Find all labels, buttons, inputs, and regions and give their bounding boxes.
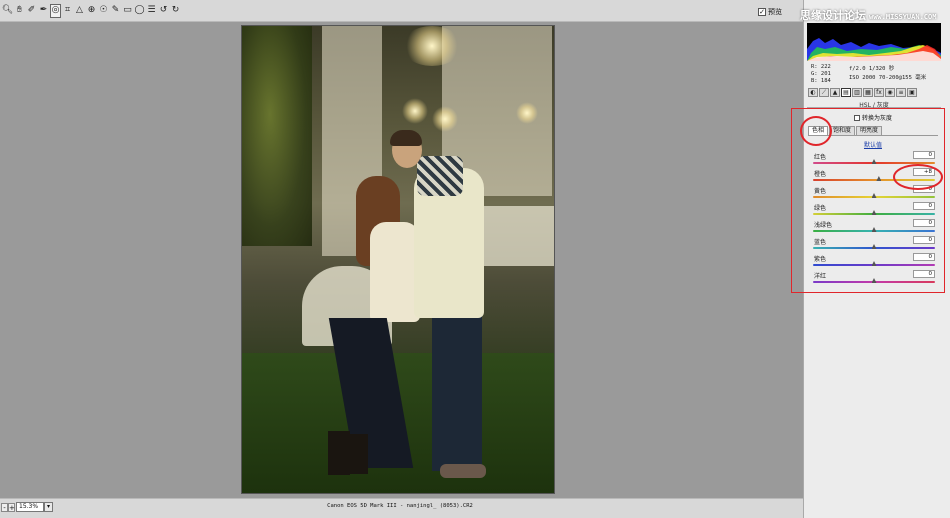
spot-removal-tool-icon[interactable]: ⊕ [86,4,97,18]
b-value: B: 184 [811,78,831,84]
g-value: G: 201 [811,71,831,77]
basic-tab-icon[interactable]: ◐ [808,88,818,97]
photo-scarf [417,156,463,196]
adjustment-brush-tool-icon[interactable]: ✎ [110,4,121,18]
photo-boot [328,431,350,475]
hand-tool-icon[interactable]: ✋︎ [14,4,25,18]
section-title: HSL / 灰度 [807,100,941,109]
zoom-dropdown-button[interactable]: ▾ [44,502,53,512]
zoom-tool-icon[interactable]: 🔍︎ [2,4,13,18]
red-eye-tool-icon[interactable]: ☉ [98,4,109,18]
photo-shoe [440,464,486,478]
split-toning-tab-icon[interactable]: ▥ [852,88,862,97]
annotation-circle-value [893,164,943,190]
toolbar: 🔍︎ ✋︎ ✐ ✒ ◎ ⌗ △ ⊕ ☉ ✎ ▭ ◯ ☰ ↺ ↻ [0,0,803,22]
photo-table [478,206,554,266]
lens-tab-icon[interactable]: ▦ [863,88,873,97]
histogram-graph [807,38,941,61]
photo-light [402,26,462,66]
check-icon: ✓ [758,7,766,16]
photo-boot [348,434,368,474]
iso-lens: ISO 2000 70-200@155 毫米 [849,75,927,81]
rotate-right-icon[interactable]: ↻ [170,4,181,18]
effects-tab-icon[interactable]: fx [874,88,884,97]
photo-woman-sweater [370,222,420,322]
histogram [807,23,941,61]
rgb-readout: R: 222 G: 201 B: 184 [811,64,831,85]
photo-light [516,102,538,124]
photo-man-jeans [432,311,482,471]
white-balance-tool-icon[interactable]: ✐ [26,4,37,18]
graduated-filter-tool-icon[interactable]: ▭ [122,4,133,18]
photo-man-hair [390,130,422,146]
camera-calibration-tab-icon[interactable]: ◉ [885,88,895,97]
photo-foliage [242,26,312,246]
panel-tabs: ◐ ⟋ ▲ ▤ ▥ ▦ fx ◉ ≡ ▣ [807,87,941,98]
watermark-url: www.MISSYUAN.COM [869,13,937,21]
exif-readout: f/2.0 1/320 秒 ISO 2000 70-200@155 毫米 [849,65,926,83]
presets-tab-icon[interactable]: ≡ [896,88,906,97]
rotate-left-icon[interactable]: ↺ [158,4,169,18]
file-info-text: Canon EOS 5D Mark III - nanjingl_ (8053)… [327,503,473,509]
photo-preview[interactable] [241,25,555,494]
straighten-tool-icon[interactable]: △ [74,4,85,18]
watermark: 思缘设计论坛 www.MISSYUAN.COM [800,7,950,22]
preview-checkbox[interactable]: ✓ 预览 [758,6,782,17]
preferences-icon[interactable]: ☰ [146,4,157,18]
status-bar: - + 15.3% ▾ Canon EOS 5D Mark III - nanj… [0,498,803,518]
radial-filter-tool-icon[interactable]: ◯ [134,4,145,18]
crop-tool-icon[interactable]: ⌗ [62,4,73,18]
detail-tab-icon[interactable]: ▲ [830,88,840,97]
aperture-shutter: f/2.0 1/320 秒 [849,66,895,72]
preview-label: 预览 [768,7,782,16]
image-canvas[interactable] [0,22,803,498]
hsl-tab-icon[interactable]: ▤ [841,88,851,97]
photo-light [402,98,428,124]
zoom-out-button[interactable]: - [1,503,8,512]
watermark-text: 思缘设计论坛 [800,9,866,22]
r-value: R: 222 [811,64,831,70]
photo-light [432,106,458,132]
zoom-level-field[interactable]: 15.3% [16,502,44,512]
tone-curve-tab-icon[interactable]: ⟋ [819,88,829,97]
snapshots-tab-icon[interactable]: ▣ [907,88,917,97]
color-sampler-tool-icon[interactable]: ✒ [38,4,49,18]
annotation-circle-tab [800,116,832,146]
target-adjust-tool-icon[interactable]: ◎ [50,3,61,18]
zoom-in-button[interactable]: + [8,503,15,512]
camera-info: R: 222 G: 201 B: 184 f/2.0 1/320 秒 ISO 2… [807,62,941,84]
